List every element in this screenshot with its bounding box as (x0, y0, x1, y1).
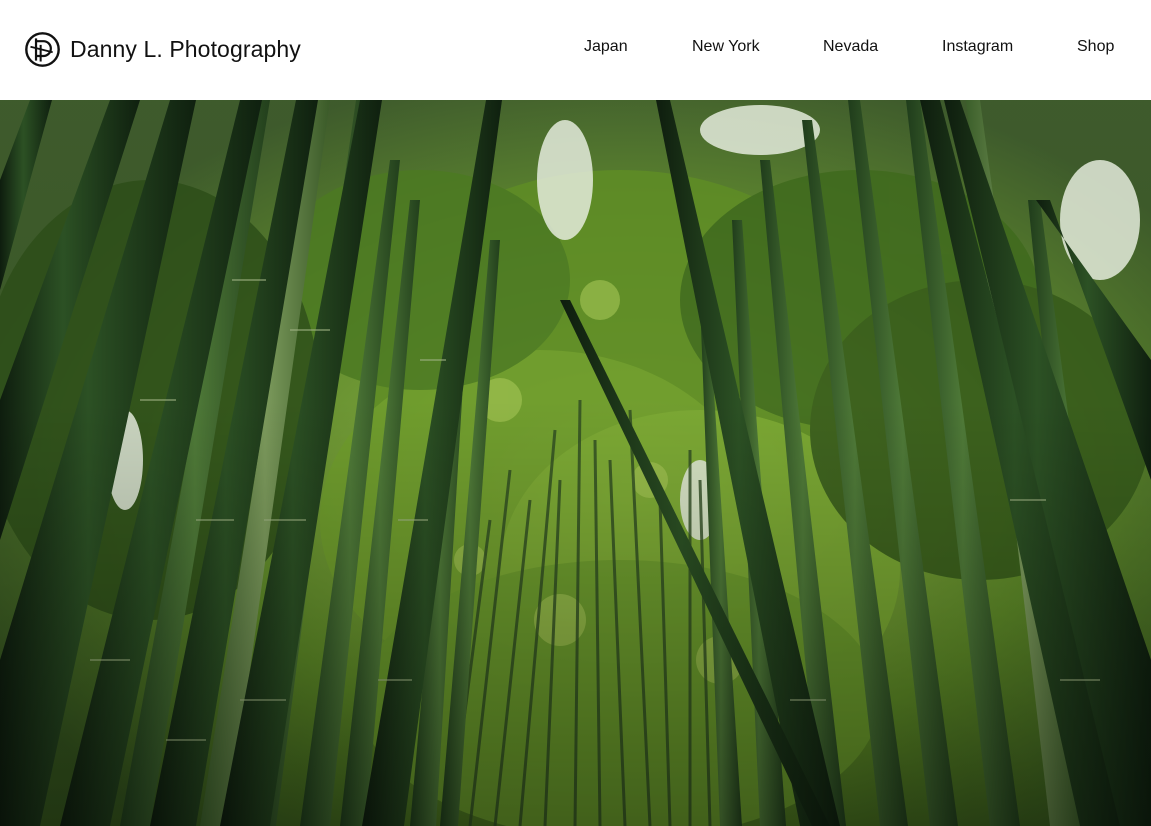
bamboo-forest-image (0, 100, 1151, 826)
site-header: Danny L. Photography Japan New York Neva… (0, 0, 1151, 100)
nav-item-instagram[interactable]: Instagram (942, 38, 1013, 56)
nav-item-japan[interactable]: Japan (584, 38, 628, 56)
nav-item-nevada[interactable]: Nevada (823, 38, 878, 56)
nav-item-shop[interactable]: Shop (1077, 38, 1114, 56)
main-nav: Japan New York Nevada Instagram Shop (0, 38, 1151, 60)
nav-item-new-york[interactable]: New York (692, 38, 760, 56)
hero-image (0, 100, 1151, 826)
